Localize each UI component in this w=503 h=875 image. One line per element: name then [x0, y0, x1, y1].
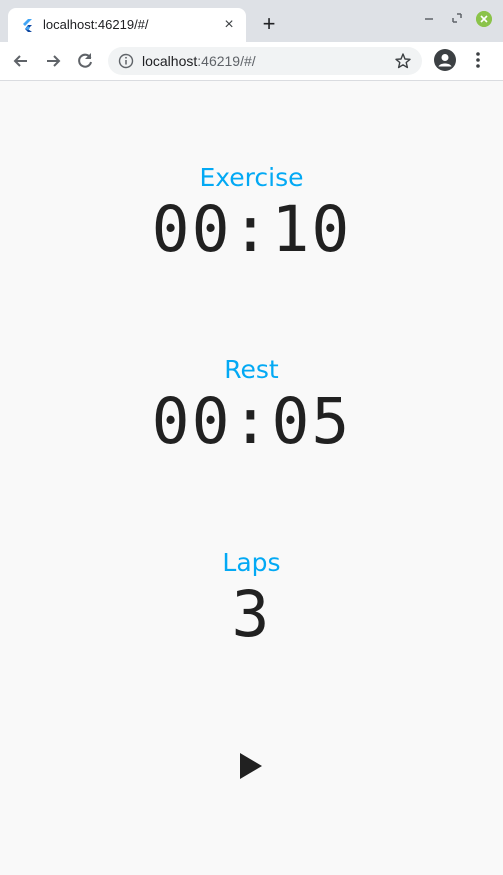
exercise-label: Exercise [199, 163, 304, 192]
browser-tab[interactable]: localhost:46219/#/ × [8, 8, 246, 42]
url-text[interactable]: localhost:46219/#/ [142, 53, 256, 69]
kebab-menu-icon[interactable] [470, 50, 486, 70]
laps-count[interactable]: 3 [0, 578, 503, 651]
tab-strip: localhost:46219/#/ × + [0, 0, 503, 42]
timer-screen: Exercise 00:10 Rest 00:05 Laps 3 [0, 81, 503, 875]
play-icon [240, 753, 262, 779]
url-host: localhost [142, 53, 198, 69]
rest-time[interactable]: 00:05 [0, 385, 503, 458]
minimize-icon[interactable] [422, 11, 436, 25]
forward-arrow-icon[interactable] [42, 50, 64, 72]
profile-avatar-icon[interactable] [434, 49, 456, 71]
bookmark-star-icon[interactable] [394, 52, 412, 70]
url-path: :46219/#/ [197, 53, 256, 69]
address-bar[interactable]: localhost:46219/#/ [108, 47, 422, 75]
tab-title: localhost:46219/#/ [43, 17, 149, 32]
window-close-icon[interactable] [476, 11, 492, 27]
reload-icon[interactable] [74, 50, 96, 72]
info-icon[interactable] [118, 53, 134, 69]
play-button[interactable] [230, 752, 270, 780]
laps-label: Laps [222, 548, 281, 577]
back-arrow-icon[interactable] [10, 50, 32, 72]
rest-label: Rest [224, 355, 279, 384]
restore-icon[interactable] [450, 11, 464, 25]
browser-toolbar: localhost:46219/#/ [0, 42, 503, 81]
flutter-icon [23, 19, 32, 32]
tab-close-icon[interactable]: × [220, 16, 238, 34]
exercise-time[interactable]: 00:10 [0, 193, 503, 266]
new-tab-button[interactable]: + [258, 13, 280, 35]
